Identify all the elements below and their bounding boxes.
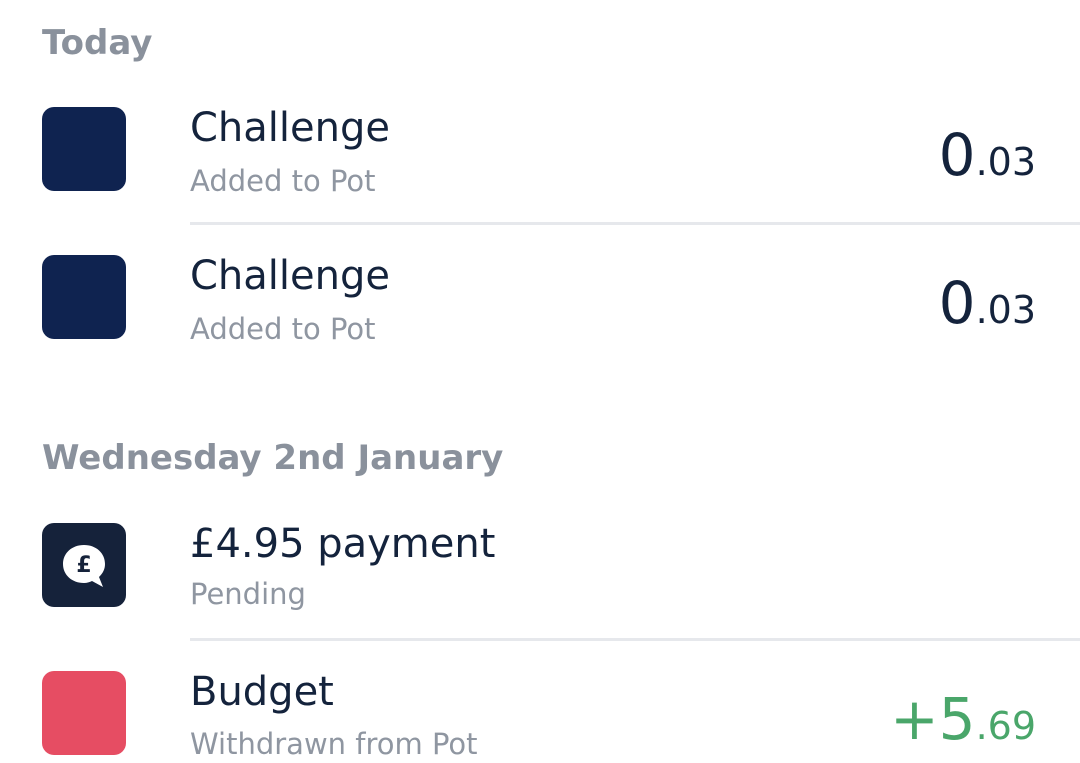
amount-major: +5 (890, 685, 976, 753)
pot-color-icon (42, 107, 126, 191)
transaction-row[interactable]: Challenge Added to Pot 0.03 (0, 100, 1080, 224)
pot-color-icon (42, 255, 126, 339)
transaction-amount: 0.03 (939, 126, 1036, 184)
transaction-amount: 0.03 (939, 274, 1036, 332)
amount-minor: .03 (975, 140, 1036, 184)
amount-minor: .03 (975, 288, 1036, 332)
transaction-subtitle: Added to Pot (190, 164, 376, 198)
amount-major: 0 (938, 121, 976, 189)
transaction-title: Budget (190, 669, 334, 715)
transaction-subtitle: Added to Pot (190, 312, 376, 346)
section-header-date: Wednesday 2nd January (42, 438, 504, 478)
transaction-row[interactable]: Challenge Added to Pot 0.03 (0, 248, 1080, 372)
pot-color-icon (42, 671, 126, 755)
section-header-today: Today (42, 23, 153, 63)
transaction-title: Challenge (190, 105, 390, 151)
pound-speech-bubble-icon: £ (63, 545, 105, 587)
svg-text:£: £ (76, 553, 91, 578)
transaction-subtitle: Withdrawn from Pot (190, 727, 478, 761)
transaction-title: £4.95 payment (190, 521, 496, 567)
transaction-title: Challenge (190, 253, 390, 299)
transaction-row[interactable]: £ £4.95 payment Pending (0, 516, 1080, 640)
row-divider (190, 222, 1080, 225)
amount-major: 0 (938, 269, 976, 337)
transaction-amount: +5.69 (890, 690, 1036, 748)
transaction-row[interactable]: Budget Withdrawn from Pot +5.69 (0, 664, 1080, 763)
transaction-subtitle: Pending (190, 577, 306, 611)
row-divider (190, 638, 1080, 641)
payment-icon: £ (42, 523, 126, 607)
amount-minor: .69 (975, 704, 1036, 748)
